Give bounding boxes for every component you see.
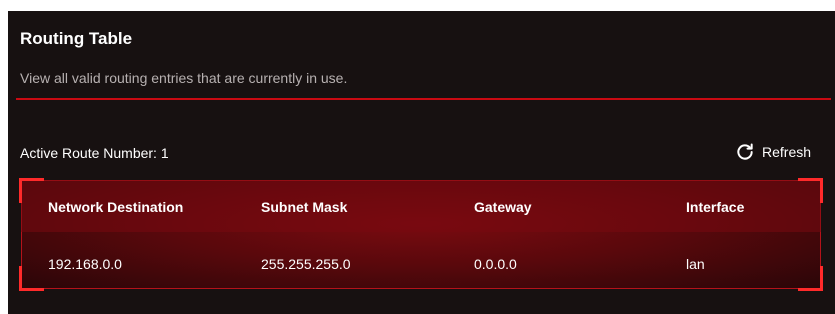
refresh-button[interactable]: Refresh xyxy=(735,140,811,164)
section-description: View all valid routing entries that are … xyxy=(20,70,348,86)
table-cell-network-destination: 192.168.0.0 xyxy=(48,256,122,272)
column-header-network-destination: Network Destination xyxy=(48,199,184,215)
corner-accent xyxy=(19,266,44,291)
table-cell-interface: lan xyxy=(686,256,705,272)
refresh-label: Refresh xyxy=(762,144,812,160)
corner-accent xyxy=(798,178,823,203)
page-title: Routing Table xyxy=(20,29,133,48)
refresh-icon xyxy=(735,142,762,162)
table-cell-gateway: 0.0.0.0 xyxy=(474,256,517,272)
column-header-gateway: Gateway xyxy=(474,199,532,215)
routing-table-panel: Routing Table View all valid routing ent… xyxy=(8,11,835,314)
corner-accent xyxy=(798,266,823,291)
table-cell-subnet-mask: 255.255.255.0 xyxy=(261,256,351,272)
routing-table: Network Destination Subnet Mask Gateway … xyxy=(19,178,823,291)
active-route-count: Active Route Number: 1 xyxy=(20,145,169,161)
corner-accent xyxy=(19,178,44,203)
column-header-subnet-mask: Subnet Mask xyxy=(261,199,348,215)
column-header-interface: Interface xyxy=(686,199,745,215)
divider xyxy=(16,98,831,100)
